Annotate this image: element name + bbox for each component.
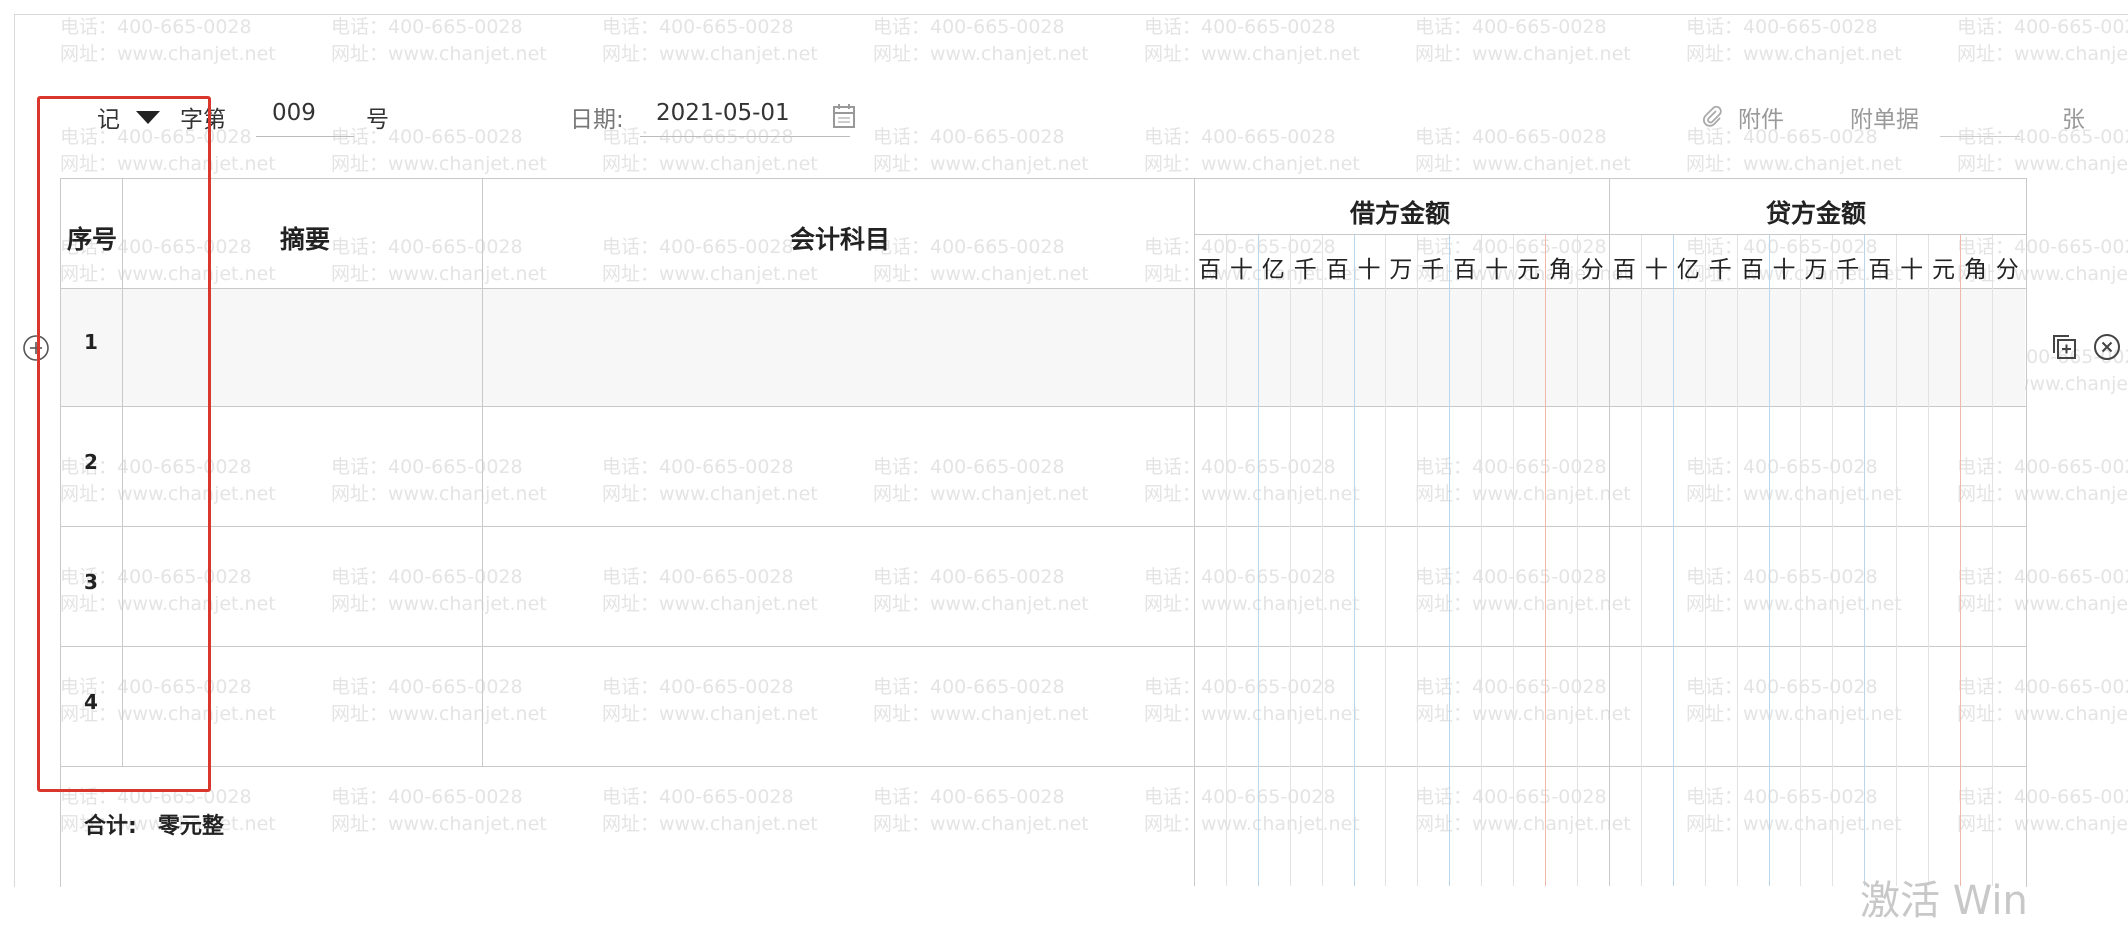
amount-header-rule xyxy=(1194,234,2026,235)
windows-activation-text: 激活 Win xyxy=(1860,878,2028,924)
digit-label: 分 xyxy=(1995,257,2019,283)
digit-label: 十 xyxy=(1229,257,1253,283)
account-cell[interactable] xyxy=(483,289,1193,405)
date-label: 日期: xyxy=(570,107,624,133)
table-rule xyxy=(60,766,2026,767)
digit-label: 元 xyxy=(1517,257,1540,283)
column-rule xyxy=(1609,178,1610,886)
digit-label: 十 xyxy=(1644,257,1668,283)
digit-label: 亿 xyxy=(1261,257,1285,283)
header-summary: 摘要 xyxy=(279,225,330,254)
voucher-number-field[interactable]: 009 xyxy=(256,100,354,137)
table-rule xyxy=(60,646,2026,647)
digit-label: 角 xyxy=(1963,257,1987,283)
digit-label: 分 xyxy=(1580,257,1604,283)
debit-cell[interactable] xyxy=(1195,289,1608,405)
voucher-number-value: 009 xyxy=(272,100,316,126)
digit-label: 千 xyxy=(1421,257,1445,283)
digit-label: 百 xyxy=(1325,257,1349,283)
paperclip-icon[interactable] xyxy=(1700,104,1724,128)
copy-add-icon[interactable] xyxy=(2049,332,2079,362)
column-rule xyxy=(1194,178,1195,886)
header-account: 会计科目 xyxy=(789,225,890,254)
total-value: 零元整 xyxy=(158,814,225,839)
attached-docs-label: 附单据 xyxy=(1850,107,1919,133)
digit-label: 亿 xyxy=(1676,257,1700,283)
close-circle-icon[interactable] xyxy=(2093,333,2121,361)
digit-label: 千 xyxy=(1293,257,1317,283)
table-rule xyxy=(60,406,2026,407)
digit-label: 十 xyxy=(1900,257,1924,283)
attachment-label[interactable]: 附件 xyxy=(1738,100,1784,134)
date-field[interactable]: 2021-05-01 xyxy=(640,100,850,137)
digit-label: 千 xyxy=(1708,257,1732,283)
credit-cell[interactable] xyxy=(1610,289,2024,405)
digit-label: 万 xyxy=(1804,257,1828,283)
digit-label: 十 xyxy=(1357,257,1381,283)
digit-label: 角 xyxy=(1548,257,1572,283)
digit-label: 百 xyxy=(1453,257,1477,283)
digit-label: 百 xyxy=(1613,257,1636,283)
attached-docs-count-field[interactable] xyxy=(1940,136,2020,137)
date-value: 2021-05-01 xyxy=(656,100,790,126)
highlight-box xyxy=(37,96,211,792)
sheets-suffix: 张 xyxy=(2062,107,2085,133)
column-rule xyxy=(482,178,483,766)
digit-label: 百 xyxy=(1868,257,1892,283)
calendar-icon[interactable] xyxy=(832,103,856,129)
total-label: 合计: xyxy=(84,814,137,839)
voucher-editor: 记 字第 009 号 日期: 2021-05-01 附件 附单据 张 序号 摘要… xyxy=(0,0,2128,924)
digit-label: 千 xyxy=(1836,257,1860,283)
header-debit: 借方金额 xyxy=(1349,199,1450,228)
digit-label: 百 xyxy=(1198,257,1221,283)
header-credit: 贷方金额 xyxy=(1765,199,1866,228)
voucher-number-suffix: 号 xyxy=(366,107,389,133)
digit-label: 万 xyxy=(1389,257,1413,283)
digit-label: 元 xyxy=(1932,257,1955,283)
voucher-table xyxy=(60,178,2027,887)
table-rule xyxy=(60,526,2026,527)
digit-label: 百 xyxy=(1740,257,1764,283)
digit-label: 十 xyxy=(1485,257,1509,283)
digit-label: 十 xyxy=(1772,257,1796,283)
